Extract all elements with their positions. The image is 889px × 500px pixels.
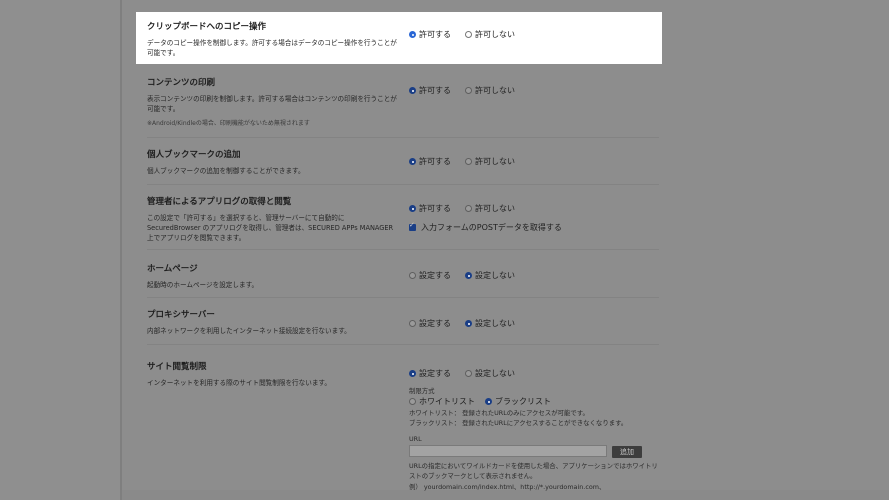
radio-unselected-icon[interactable] (409, 398, 416, 405)
radio-disable[interactable]: 設定しない (465, 318, 515, 329)
add-url-button[interactable]: 追加 (612, 446, 642, 458)
radio-unselected-icon[interactable] (465, 31, 472, 38)
radio-allow[interactable]: 許可する (409, 29, 451, 40)
radio-selected-icon[interactable] (409, 205, 416, 212)
setting-proxy: プロキシサーバー 内部ネットワークを利用したインターネット接続設定を行ないます。… (147, 308, 659, 345)
setting-description: 表示コンテンツの印刷を制御します。許可する場合はコンテンツの印刷を行うことが可能… (147, 95, 397, 113)
radio-allow[interactable]: 許可する (409, 156, 451, 167)
setting-bookmark: 個人ブックマークの追加 個人ブックマークの追加を制御することができます。 許可す… (147, 148, 659, 185)
radio-blacklist[interactable]: ブラックリスト (485, 396, 551, 407)
radio-group: 許可する 許可しない (409, 156, 515, 167)
radio-deny[interactable]: 許可しない (465, 203, 515, 214)
radio-unselected-icon[interactable] (465, 370, 472, 377)
url-help: URLの指定においてワイルドカードを使用した場合、アプリケーションではホワイトリ… (409, 462, 658, 480)
setting-title: プロキシサーバー (147, 310, 215, 320)
radio-deny[interactable]: 許可しない (465, 156, 515, 167)
radio-whitelist[interactable]: ホワイトリスト (409, 396, 475, 407)
checkbox-checked-icon[interactable] (409, 221, 416, 231)
radio-enable[interactable]: 設定する (409, 270, 451, 281)
setting-applog: 管理者によるアプリログの取得と閲覧 この設定で「許可する」を選択すると、管理サー… (147, 195, 659, 250)
setting-title: 個人ブックマークの追加 (147, 150, 241, 160)
radio-allow[interactable]: 許可する (409, 203, 451, 214)
setting-description: 起動時のホームページを設定します。 (147, 281, 259, 289)
setting-title: ホームページ (147, 264, 198, 274)
radio-unselected-icon[interactable] (465, 158, 472, 165)
radio-group: 許可する 許可しない (409, 203, 515, 214)
radio-selected-icon[interactable] (409, 158, 416, 165)
url-input[interactable] (409, 445, 607, 457)
radio-group: 許可する 許可しない (409, 29, 515, 40)
setting-note: ※Android/Kindleの場合、印刷機能がないため無視されます (147, 120, 310, 127)
setting-description: 内部ネットワークを利用したインターネット接続設定を行ないます。 (147, 327, 351, 335)
blacklist-help: ブラックリスト： 登録されたURLにアクセスすることができなくなります。 (409, 419, 628, 427)
radio-group: 許可する 許可しない (409, 85, 515, 96)
setting-title: コンテンツの印刷 (147, 78, 216, 88)
url-label: URL (409, 435, 422, 443)
radio-enable[interactable]: 設定する (409, 318, 451, 329)
radio-deny[interactable]: 許可しない (465, 85, 515, 96)
radio-disable[interactable]: 設定しない (465, 270, 515, 281)
radio-enable[interactable]: 設定する (409, 368, 451, 379)
radio-unselected-icon[interactable] (465, 87, 472, 94)
radio-allow[interactable]: 許可する (409, 85, 451, 96)
restriction-method-group: ホワイトリスト ブラックリスト (409, 396, 551, 407)
setting-clipboard: クリップボードへのコピー操作 データのコピー操作を制御します。許可する場合はデー… (136, 12, 662, 64)
radio-deny[interactable]: 許可しない (465, 29, 515, 40)
radio-group: 設定する 設定しない (409, 318, 515, 329)
left-sidebar (0, 0, 122, 500)
post-data-checkbox[interactable]: 入力フォームのPOSTデータを取得する (409, 221, 562, 233)
radio-selected-icon[interactable] (465, 320, 472, 327)
radio-group: 設定する 設定しない (409, 368, 515, 379)
radio-selected-icon[interactable] (485, 398, 492, 405)
restriction-method-label: 制限方式 (409, 387, 435, 395)
radio-unselected-icon[interactable] (409, 272, 416, 279)
setting-title: 管理者によるアプリログの取得と閲覧 (147, 197, 292, 207)
setting-title: サイト閲覧制限 (147, 362, 207, 372)
radio-disable[interactable]: 設定しない (465, 368, 515, 379)
setting-site-restriction: サイト閲覧制限 インターネットを利用する際のサイト閲覧制限を行ないます。 設定す… (147, 360, 659, 491)
setting-homepage: ホームページ 起動時のホームページを設定します。 設定する 設定しない (147, 262, 659, 298)
radio-selected-icon[interactable] (409, 31, 416, 38)
radio-selected-icon[interactable] (409, 87, 416, 94)
setting-description: この設定で「許可する」を選択すると、管理サーバーにて自動的にSecuredBro… (147, 214, 394, 242)
radio-unselected-icon[interactable] (409, 320, 416, 327)
radio-group: 設定する 設定しない (409, 270, 515, 281)
setting-description: 個人ブックマークの追加を制御することができます。 (147, 167, 305, 175)
whitelist-help: ホワイトリスト： 登録されたURLのみにアクセスが可能です。 (409, 409, 589, 417)
radio-unselected-icon[interactable] (465, 205, 472, 212)
radio-selected-icon[interactable] (465, 272, 472, 279)
setting-description: データのコピー操作を制御します。許可する場合はデータのコピー操作を行うことが可能… (147, 39, 397, 57)
setting-print: コンテンツの印刷 表示コンテンツの印刷を制御します。許可する場合はコンテンツの印… (147, 76, 659, 138)
setting-description: インターネットを利用する際のサイト閲覧制限を行ないます。 (147, 379, 331, 387)
radio-selected-icon[interactable] (409, 370, 416, 377)
url-example: 例） yourdomain.com/index.html、http://*.yo… (409, 483, 606, 491)
setting-title: クリップボードへのコピー操作 (147, 22, 267, 32)
bottom-strip (122, 490, 889, 500)
